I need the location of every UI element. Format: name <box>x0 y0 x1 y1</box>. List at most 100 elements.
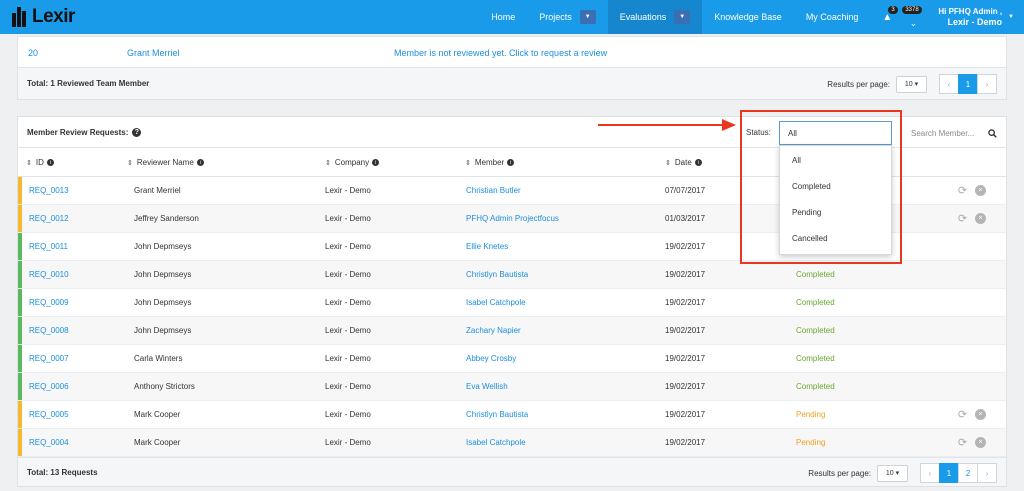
company-name: Lexir - Demo <box>325 438 371 447</box>
member-link[interactable]: Ellie Knetes <box>466 242 508 251</box>
brand-logo[interactable]: Lexir <box>0 0 120 34</box>
status-stripe <box>18 205 22 232</box>
request-id-link[interactable]: REQ_0013 <box>29 186 69 195</box>
caret-down-icon[interactable]: ▼ <box>674 10 691 24</box>
search-member-input[interactable]: Search Member... <box>905 125 1001 142</box>
refresh-icon[interactable]: ⟳ <box>957 409 968 421</box>
chevron-right-icon[interactable]: › <box>977 74 997 94</box>
page-button[interactable]: 1 <box>958 74 978 94</box>
annotation-arrow-head <box>722 119 736 131</box>
company-name: Lexir - Demo <box>325 382 371 391</box>
chevron-down-icon: ⌄ <box>909 17 918 28</box>
column-header-company[interactable]: ⇕ Company i <box>325 158 380 167</box>
results-per-page-select[interactable]: 10 ▾ <box>877 464 908 482</box>
column-header-label: Date <box>674 158 692 167</box>
chevron-right-icon[interactable]: › <box>977 463 997 483</box>
sort-icon: ⇕ <box>127 160 133 167</box>
building-logo-icon <box>12 7 30 27</box>
company-name: Lexir - Demo <box>325 298 371 307</box>
member-link[interactable]: Abbey Crosby <box>466 354 516 363</box>
messages-button[interactable]: ⌄ 3378 <box>898 0 928 34</box>
member-link[interactable]: Isabel Catchpole <box>466 298 526 307</box>
request-id-link[interactable]: REQ_0004 <box>29 438 69 447</box>
request-id-link[interactable]: REQ_0007 <box>29 354 69 363</box>
refresh-icon[interactable]: ⟳ <box>957 185 968 197</box>
company-name: Lexir - Demo <box>325 242 371 251</box>
results-per-page-value: 10 <box>904 80 913 88</box>
member-link[interactable]: PFHQ Admin Projectfocus <box>466 214 559 223</box>
chevron-left-icon[interactable]: ‹ <box>920 463 940 483</box>
company-name: Lexir - Demo <box>325 214 371 223</box>
request-id-link[interactable]: REQ_0005 <box>29 410 69 419</box>
nav-item-home[interactable]: Home <box>479 0 527 34</box>
page-button[interactable]: 2 <box>958 463 978 483</box>
help-icon[interactable]: ? <box>132 127 142 137</box>
column-header-member[interactable]: ⇕ Member i <box>465 158 515 167</box>
sort-icon: ⇕ <box>26 160 32 167</box>
request-id-link[interactable]: REQ_0010 <box>29 270 69 279</box>
member-link[interactable]: Zachary Napier <box>466 326 521 335</box>
caret-down-icon[interactable]: ▼ <box>1008 14 1024 20</box>
user-menu[interactable]: Hi PFHQ Admin , Lexir - Demo <box>928 6 1008 28</box>
nav-item-projects[interactable]: Projects ▼ <box>527 0 608 34</box>
column-header-date[interactable]: ⇕ Date i <box>665 158 702 167</box>
request-date: 07/07/2017 <box>665 186 706 195</box>
nav-item-knowledge-base[interactable]: Knowledge Base <box>702 0 794 34</box>
cancel-icon[interactable]: × <box>975 185 986 196</box>
member-link[interactable]: Christlyn Bautista <box>466 410 528 419</box>
request-id-link[interactable]: REQ_0011 <box>29 242 68 251</box>
member-link[interactable]: Christian Butler <box>466 186 521 195</box>
status-text: Completed <box>796 298 835 307</box>
table-row: REQ_0010 John Depmseys Lexir - Demo Christl… <box>18 261 1006 289</box>
nav-item-evaluations[interactable]: Evaluations ▼ <box>607 0 703 34</box>
column-header-reviewer-name[interactable]: ⇕ Reviewer Name i <box>127 158 204 167</box>
reviewer-name: Jeffrey Sanderson <box>134 214 199 223</box>
request-id-link[interactable]: REQ_0008 <box>29 326 69 335</box>
caret-down-icon: ▾ <box>895 470 900 477</box>
caret-down-icon[interactable]: ▼ <box>579 10 596 24</box>
page-button[interactable]: 1 <box>939 463 959 483</box>
pagination: ‹ 1 › <box>939 74 997 94</box>
info-icon: i <box>507 159 515 167</box>
pagination: ‹ 1 2 › <box>920 463 997 483</box>
status-stripe <box>18 317 22 344</box>
refresh-icon[interactable]: ⟳ <box>957 437 968 449</box>
sort-icon: ⇕ <box>665 160 671 167</box>
sort-icon: ⇕ <box>325 160 331 167</box>
nav-item-my-coaching[interactable]: My Coaching <box>794 0 871 34</box>
alerts-button[interactable]: ▲ 3 <box>876 0 898 34</box>
annotation-highlight-box <box>740 110 902 264</box>
table-row: REQ_0008 John Depmseys Lexir - Demo Zachary… <box>18 317 1006 345</box>
reviewer-link[interactable]: Grant Merriel <box>127 48 180 58</box>
column-header-id[interactable]: ⇕ ID i <box>26 158 54 167</box>
request-date: 19/02/2017 <box>665 382 706 391</box>
request-date: 19/02/2017 <box>665 410 706 419</box>
table-row: 20 Grant Merriel Member is not reviewed … <box>18 37 1006 67</box>
status-stripe <box>18 261 22 288</box>
chevron-left-icon[interactable]: ‹ <box>939 74 959 94</box>
member-link[interactable]: Christlyn Bautista <box>466 270 528 279</box>
info-icon: i <box>46 159 54 167</box>
status-stripe <box>18 345 22 372</box>
member-link[interactable]: Isabel Catchpole <box>466 438 526 447</box>
request-id-link[interactable]: REQ_0006 <box>29 382 69 391</box>
request-id-link[interactable]: REQ_0009 <box>29 298 69 307</box>
member-id-link[interactable]: 20 <box>28 48 38 58</box>
cancel-icon[interactable]: × <box>975 213 986 224</box>
request-review-link[interactable]: Member is not reviewed yet. Click to req… <box>394 48 607 58</box>
results-per-page-select[interactable]: 10 ▾ <box>896 75 927 93</box>
company-name: Lexir - Demo <box>325 270 371 279</box>
reviewer-name: Anthony Strictors <box>134 382 195 391</box>
reviewer-name: John Depmseys <box>134 270 192 279</box>
status-text: Completed <box>796 354 835 363</box>
cancel-icon[interactable]: × <box>975 409 986 420</box>
search-icon <box>988 129 997 138</box>
request-id-link[interactable]: REQ_0012 <box>29 214 69 223</box>
nav-item-label: Evaluations <box>619 12 667 22</box>
column-header-label: Member <box>474 158 505 167</box>
request-date: 19/02/2017 <box>665 326 706 335</box>
refresh-icon[interactable]: ⟳ <box>957 213 968 225</box>
cancel-icon[interactable]: × <box>975 437 986 448</box>
member-link[interactable]: Eva Wellish <box>466 382 508 391</box>
status-stripe <box>18 429 22 456</box>
